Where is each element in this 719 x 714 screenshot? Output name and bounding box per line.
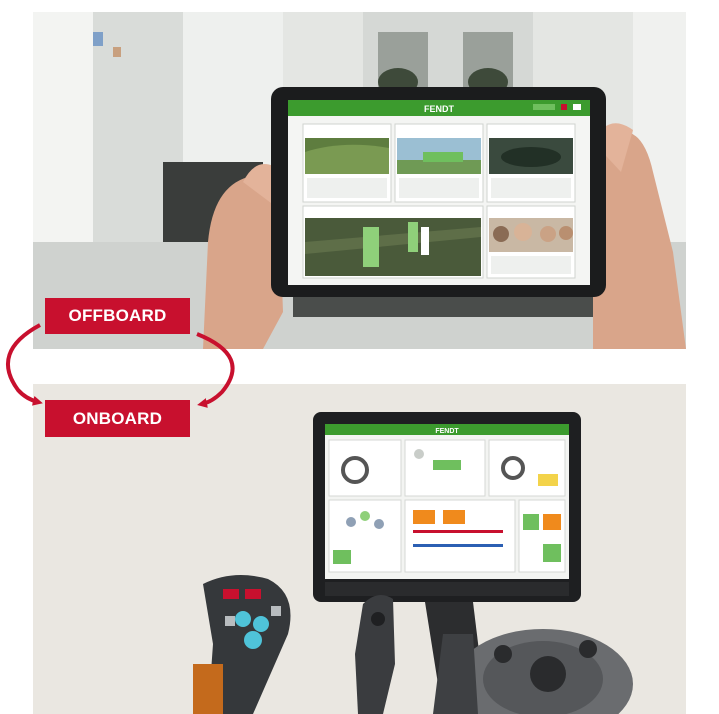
cycle-arrow-icon [6,323,235,408]
onboard-label: ONBOARD [45,400,190,437]
offboard-label: OFFBOARD [45,298,190,334]
